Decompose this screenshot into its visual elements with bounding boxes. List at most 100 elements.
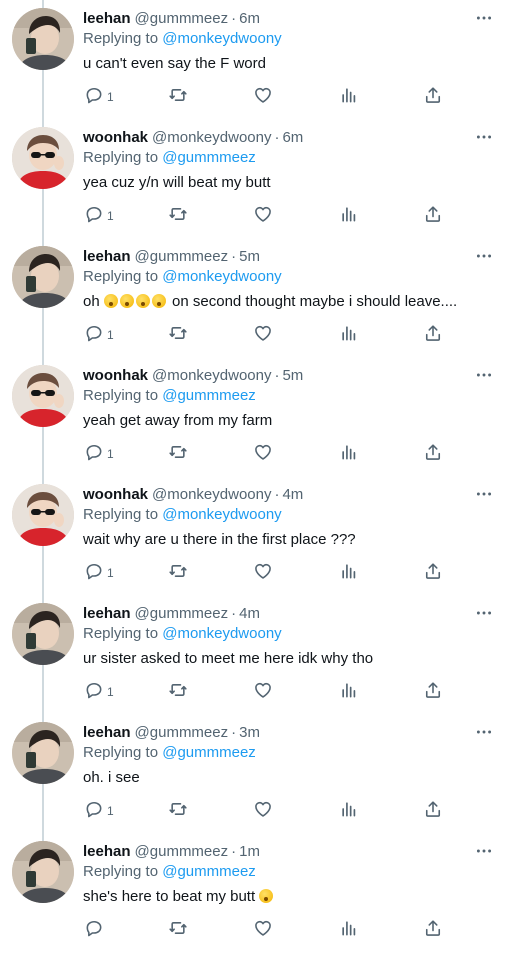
tweet-text-continued: on second thought maybe i should leave..… bbox=[172, 293, 458, 310]
views-button[interactable] bbox=[339, 681, 359, 703]
like-button[interactable] bbox=[253, 443, 273, 465]
reply-button[interactable]: 1 bbox=[84, 443, 114, 465]
author-name[interactable]: leehan bbox=[83, 605, 131, 622]
timestamp[interactable]: 5m bbox=[282, 367, 303, 384]
views-button[interactable] bbox=[339, 919, 359, 941]
timestamp[interactable]: 5m bbox=[239, 248, 260, 265]
share-button[interactable] bbox=[423, 86, 443, 108]
retweet-button[interactable] bbox=[168, 562, 188, 584]
more-icon[interactable] bbox=[474, 605, 494, 621]
author-name[interactable]: leehan bbox=[83, 248, 131, 265]
like-button[interactable] bbox=[253, 324, 273, 346]
reply-button[interactable]: 1 bbox=[84, 681, 114, 703]
like-icon bbox=[253, 799, 273, 824]
more-icon[interactable] bbox=[474, 10, 494, 26]
avatar[interactable] bbox=[12, 8, 74, 70]
retweet-button[interactable] bbox=[168, 800, 188, 822]
author-name[interactable]: leehan bbox=[83, 10, 131, 27]
author-handle[interactable]: @gummmeez bbox=[135, 10, 229, 27]
views-button[interactable] bbox=[339, 205, 359, 227]
reply-button[interactable] bbox=[84, 919, 107, 941]
views-button[interactable] bbox=[339, 324, 359, 346]
avatar[interactable] bbox=[12, 365, 74, 427]
reply-button[interactable]: 1 bbox=[84, 205, 114, 227]
retweet-button[interactable] bbox=[168, 443, 188, 465]
reply-icon bbox=[84, 680, 104, 705]
mention-link[interactable]: @gummmeez bbox=[162, 863, 256, 880]
tweet-text: yeah get away from my farm bbox=[83, 412, 272, 430]
replying-to: Replying to @monkeydwoony bbox=[83, 625, 282, 643]
retweet-button[interactable] bbox=[168, 681, 188, 703]
more-icon[interactable] bbox=[474, 843, 494, 859]
mention-link[interactable]: @gummmeez bbox=[162, 744, 256, 761]
author-name[interactable]: woonhak bbox=[83, 486, 148, 503]
author-handle[interactable]: @monkeydwoony bbox=[152, 486, 271, 503]
share-button[interactable] bbox=[423, 800, 443, 822]
reply-button[interactable]: 1 bbox=[84, 86, 114, 108]
more-icon[interactable] bbox=[474, 367, 494, 383]
like-button[interactable] bbox=[253, 86, 273, 108]
author-name[interactable]: woonhak bbox=[83, 367, 148, 384]
mention-link[interactable]: @monkeydwoony bbox=[162, 625, 281, 642]
more-icon[interactable] bbox=[474, 724, 494, 740]
author-handle[interactable]: @monkeydwoony bbox=[152, 367, 271, 384]
share-button[interactable] bbox=[423, 205, 443, 227]
mention-link[interactable]: @gummmeez bbox=[162, 149, 256, 166]
author-name[interactable]: leehan bbox=[83, 843, 131, 860]
author-handle[interactable]: @gummmeez bbox=[135, 724, 229, 741]
author-name[interactable]: woonhak bbox=[83, 129, 148, 146]
views-button[interactable] bbox=[339, 86, 359, 108]
retweet-button[interactable] bbox=[168, 205, 188, 227]
reply-button[interactable]: 1 bbox=[84, 562, 114, 584]
separator-dot: · bbox=[274, 367, 280, 384]
timestamp[interactable]: 4m bbox=[282, 486, 303, 503]
timestamp[interactable]: 3m bbox=[239, 724, 260, 741]
retweet-button[interactable] bbox=[168, 919, 188, 941]
mention-link[interactable]: @monkeydwoony bbox=[162, 506, 281, 523]
retweet-button[interactable] bbox=[168, 324, 188, 346]
share-button[interactable] bbox=[423, 443, 443, 465]
author-handle[interactable]: @gummmeez bbox=[135, 843, 229, 860]
author-name[interactable]: leehan bbox=[83, 724, 131, 741]
mention-link[interactable]: @gummmeez bbox=[162, 387, 256, 404]
avatar[interactable] bbox=[12, 722, 74, 784]
views-button[interactable] bbox=[339, 562, 359, 584]
like-button[interactable] bbox=[253, 919, 273, 941]
reply-icon bbox=[84, 442, 104, 467]
avatar[interactable] bbox=[12, 841, 74, 903]
avatar[interactable] bbox=[12, 127, 74, 189]
like-button[interactable] bbox=[253, 681, 273, 703]
views-button[interactable] bbox=[339, 443, 359, 465]
like-button[interactable] bbox=[253, 562, 273, 584]
timestamp[interactable]: 6m bbox=[239, 10, 260, 27]
avatar[interactable] bbox=[12, 484, 74, 546]
timestamp[interactable]: 4m bbox=[239, 605, 260, 622]
reply-icon bbox=[84, 85, 104, 110]
mention-link[interactable]: @monkeydwoony bbox=[162, 268, 281, 285]
mention-link[interactable]: @monkeydwoony bbox=[162, 30, 281, 47]
author-handle[interactable]: @gummmeez bbox=[135, 248, 229, 265]
share-button[interactable] bbox=[423, 324, 443, 346]
avatar[interactable] bbox=[12, 246, 74, 308]
avatar[interactable] bbox=[12, 603, 74, 665]
more-icon[interactable] bbox=[474, 486, 494, 502]
like-button[interactable] bbox=[253, 800, 273, 822]
reply-button[interactable]: 1 bbox=[84, 800, 114, 822]
retweet-icon bbox=[168, 799, 188, 824]
timestamp[interactable]: 1m bbox=[239, 843, 260, 860]
like-icon bbox=[253, 918, 273, 943]
like-button[interactable] bbox=[253, 205, 273, 227]
like-icon bbox=[253, 680, 273, 705]
timestamp[interactable]: 6m bbox=[282, 129, 303, 146]
author-handle[interactable]: @gummmeez bbox=[135, 605, 229, 622]
views-button[interactable] bbox=[339, 800, 359, 822]
retweet-button[interactable] bbox=[168, 86, 188, 108]
share-button[interactable] bbox=[423, 919, 443, 941]
emoji-icon bbox=[119, 294, 134, 308]
reply-button[interactable]: 1 bbox=[84, 324, 114, 346]
share-button[interactable] bbox=[423, 562, 443, 584]
more-icon[interactable] bbox=[474, 248, 494, 264]
author-handle[interactable]: @monkeydwoony bbox=[152, 129, 271, 146]
more-icon[interactable] bbox=[474, 129, 494, 145]
share-button[interactable] bbox=[423, 681, 443, 703]
